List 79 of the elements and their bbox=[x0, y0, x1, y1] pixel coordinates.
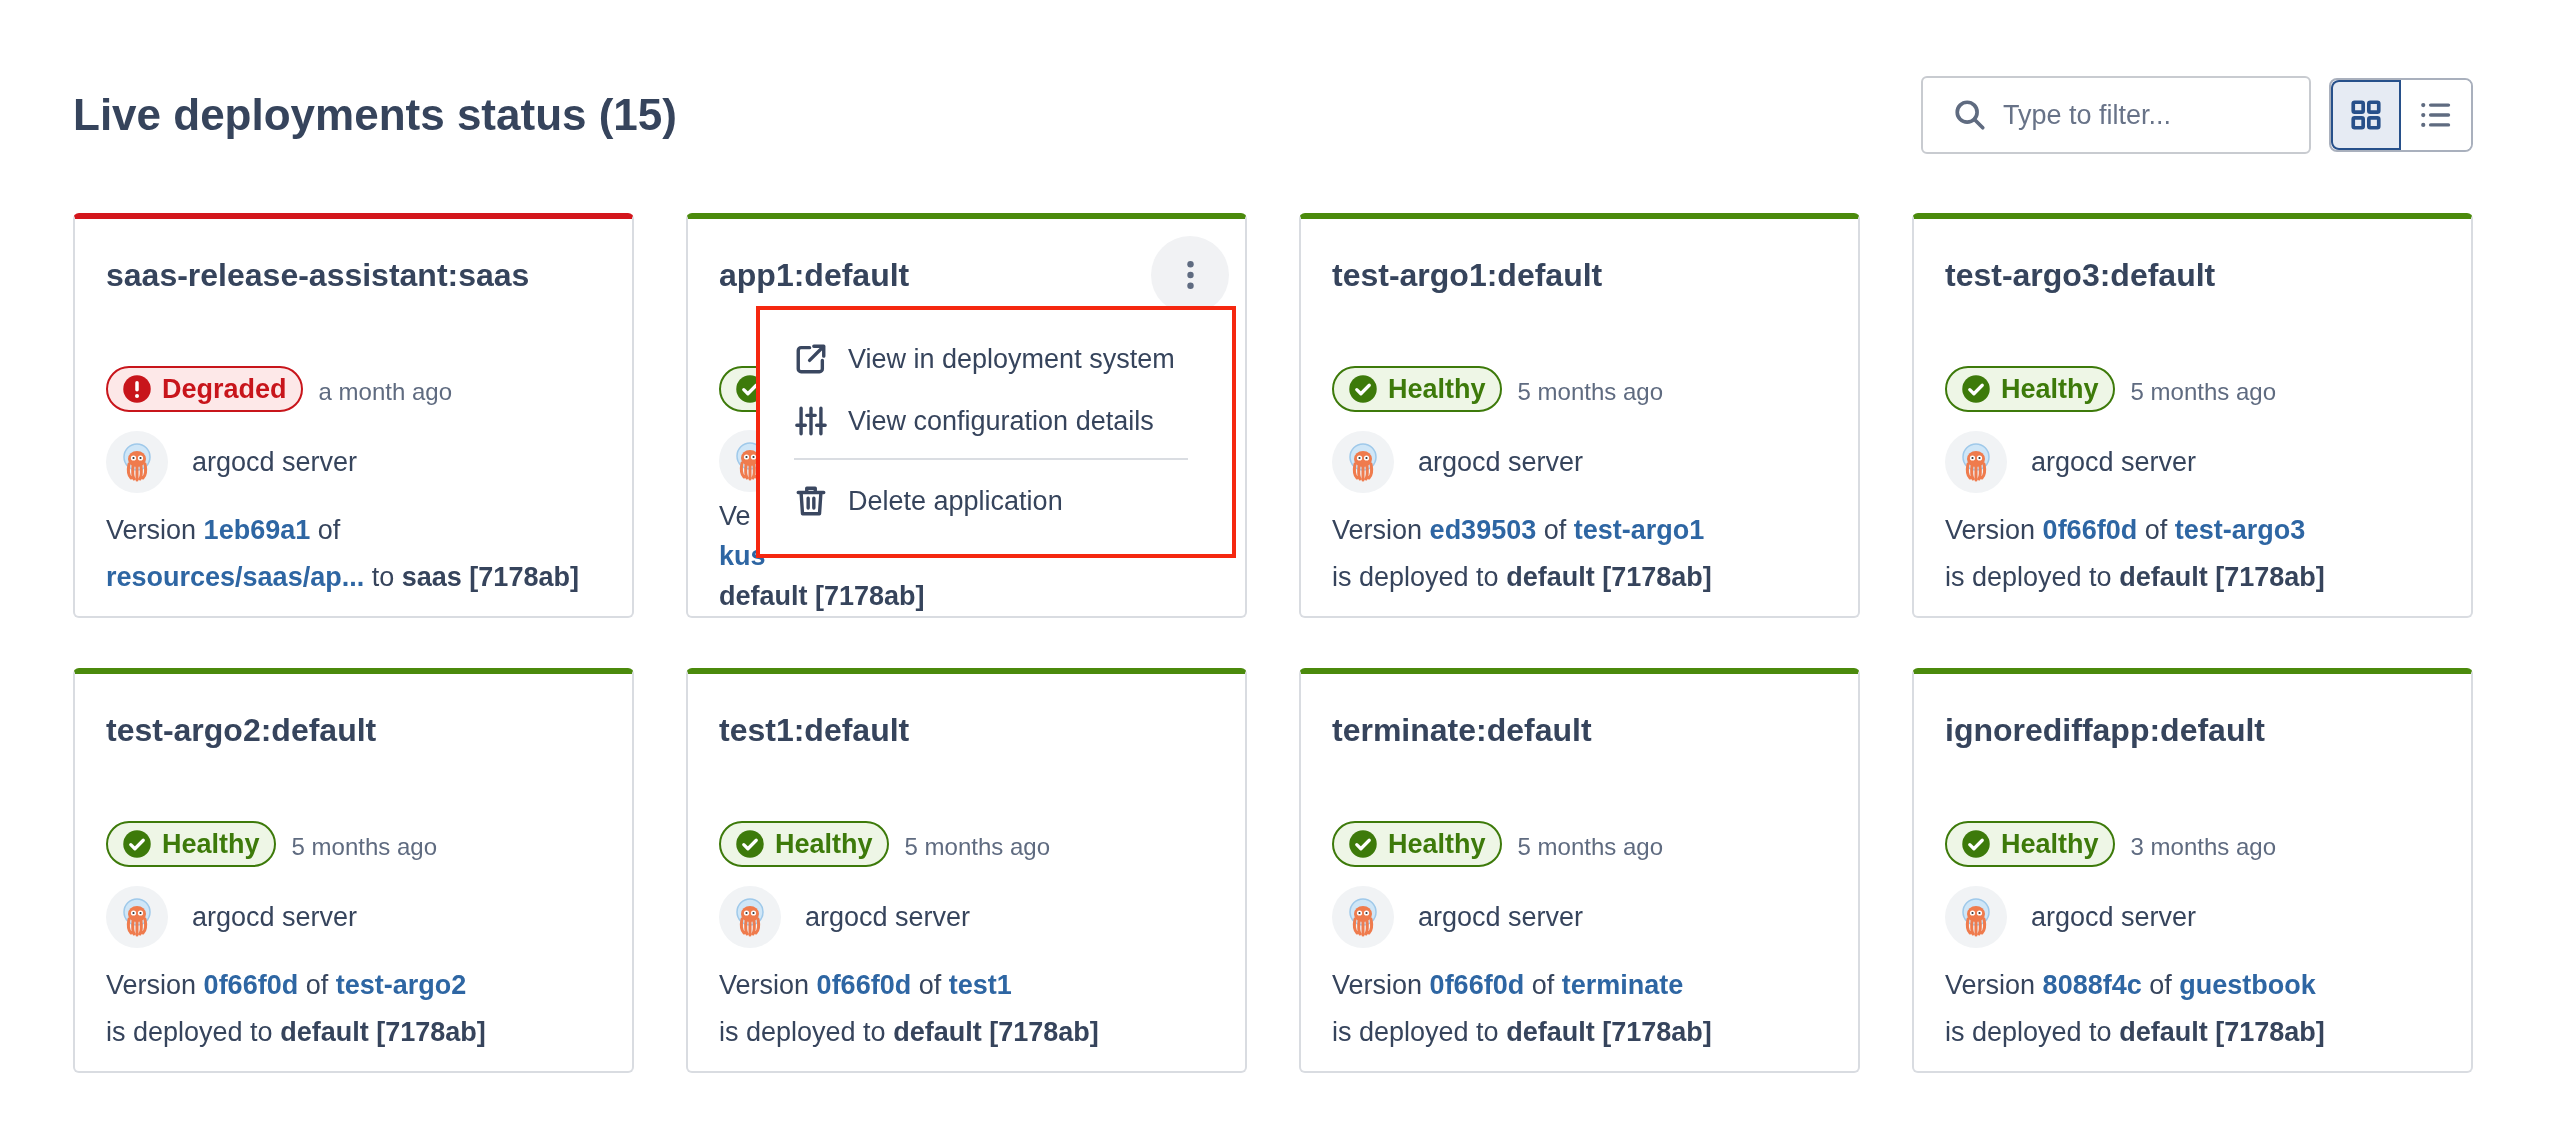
link[interactable]: 8088f4c bbox=[2042, 970, 2142, 1000]
version-line: Version 0f66f0d of test1 bbox=[719, 969, 1012, 1002]
owner-name: argocd server bbox=[805, 901, 971, 933]
relative-time: 5 months ago bbox=[1517, 833, 1663, 861]
relative-time: 3 months ago bbox=[2130, 833, 2276, 861]
status-badge: Degraded bbox=[106, 366, 303, 412]
version-line: is deployed to default [7178ab] bbox=[719, 1016, 1099, 1049]
relative-time: 5 months ago bbox=[291, 833, 437, 861]
link[interactable]: 1eb69a1 bbox=[203, 515, 311, 545]
external-link-icon bbox=[794, 342, 828, 376]
card-title: ignorediffapp:default bbox=[1945, 711, 2265, 749]
check-circle-icon bbox=[122, 829, 152, 859]
card-title: test-argo2:default bbox=[106, 711, 377, 749]
version-line: Version 8088f4c of guestbook bbox=[1945, 969, 2316, 1002]
check-circle-icon bbox=[1348, 374, 1378, 404]
link[interactable]: 0f66f0d bbox=[2042, 515, 2138, 545]
owner-name: argocd server bbox=[192, 901, 358, 933]
link[interactable]: 0f66f0d bbox=[816, 970, 912, 1000]
check-circle-icon bbox=[1961, 374, 1991, 404]
card-title: saas-release-assistant:saas bbox=[106, 256, 530, 294]
card-title: test1:default bbox=[719, 711, 910, 749]
check-circle-icon bbox=[1961, 829, 1991, 859]
link[interactable]: terminate bbox=[1561, 970, 1684, 1000]
card-title: test-argo1:default bbox=[1332, 256, 1603, 294]
status-badge: Healthy bbox=[1945, 821, 2115, 867]
page-title: Live deployments status (15) bbox=[73, 90, 677, 140]
status-badge: Healthy bbox=[1332, 821, 1502, 867]
relative-time: a month ago bbox=[318, 378, 452, 406]
link[interactable]: resources/saas/ap... bbox=[106, 562, 365, 592]
filter-input[interactable]: Type to filter... bbox=[2001, 98, 2289, 132]
card-title: app1:default bbox=[719, 256, 910, 294]
status-badge: Healthy bbox=[719, 821, 889, 867]
version-line: is deployed to default [7178ab] bbox=[1332, 561, 1712, 594]
menu-item[interactable]: View configuration details bbox=[794, 390, 1208, 452]
version-line: is deployed to default [7178ab] bbox=[1945, 561, 2325, 594]
menu-item[interactable]: View in deployment system bbox=[794, 328, 1208, 390]
menu-item[interactable]: Delete application bbox=[794, 470, 1208, 532]
link[interactable]: 0f66f0d bbox=[203, 970, 299, 1000]
owner-name: argocd server bbox=[192, 446, 358, 478]
link[interactable]: test-argo2 bbox=[335, 970, 467, 1000]
version-line: Version 0f66f0d of terminate bbox=[1332, 969, 1684, 1002]
owner-name: argocd server bbox=[1418, 446, 1584, 478]
owner-name: argocd server bbox=[2031, 446, 2197, 478]
alert-circle-icon bbox=[122, 374, 152, 404]
card-title: terminate:default bbox=[1332, 711, 1592, 749]
link[interactable]: test-argo1 bbox=[1573, 515, 1705, 545]
filter-field[interactable]: Type to filter... bbox=[1921, 76, 2311, 154]
version-line: Ve bbox=[719, 500, 751, 533]
relative-time: 5 months ago bbox=[2130, 378, 2276, 406]
link[interactable]: guestbook bbox=[2179, 970, 2316, 1000]
grid-view-button[interactable] bbox=[2331, 80, 2401, 150]
link[interactable]: ed39503 bbox=[1429, 515, 1537, 545]
search-icon bbox=[1953, 98, 1987, 132]
status-badge: Healthy bbox=[1945, 366, 2115, 412]
version-line: resources/saas/ap... to saas [7178ab] bbox=[106, 561, 579, 594]
grid-icon bbox=[2349, 98, 2383, 132]
link[interactable]: 0f66f0d bbox=[1429, 970, 1525, 1000]
version-line: Version 0f66f0d of test-argo3 bbox=[1945, 514, 2306, 547]
status-badge: Healthy bbox=[106, 821, 276, 867]
check-circle-icon bbox=[735, 829, 765, 859]
owner-name: argocd server bbox=[1418, 901, 1584, 933]
card-title: test-argo3:default bbox=[1945, 256, 2216, 294]
sliders-icon bbox=[794, 404, 828, 438]
check-circle-icon bbox=[1348, 829, 1378, 859]
link[interactable]: test1 bbox=[948, 970, 1012, 1000]
version-line: Version ed39503 of test-argo1 bbox=[1332, 514, 1705, 547]
more-icon bbox=[1185, 260, 1195, 290]
link[interactable]: test-argo3 bbox=[2174, 515, 2306, 545]
version-line: is deployed to default [7178ab] bbox=[1945, 1016, 2325, 1049]
version-line: is deployed to default [7178ab] bbox=[1332, 1016, 1712, 1049]
owner-name: argocd server bbox=[2031, 901, 2197, 933]
version-line: Version 0f66f0d of test-argo2 bbox=[106, 969, 467, 1002]
status-badge: Healthy bbox=[1332, 366, 1502, 412]
version-line: is deployed to default [7178ab] bbox=[106, 1016, 486, 1049]
relative-time: 5 months ago bbox=[1517, 378, 1663, 406]
version-line: default [7178ab] bbox=[719, 580, 925, 613]
version-line: Version 1eb69a1 of bbox=[106, 514, 341, 547]
trash-icon bbox=[794, 484, 828, 518]
relative-time: 5 months ago bbox=[904, 833, 1050, 861]
